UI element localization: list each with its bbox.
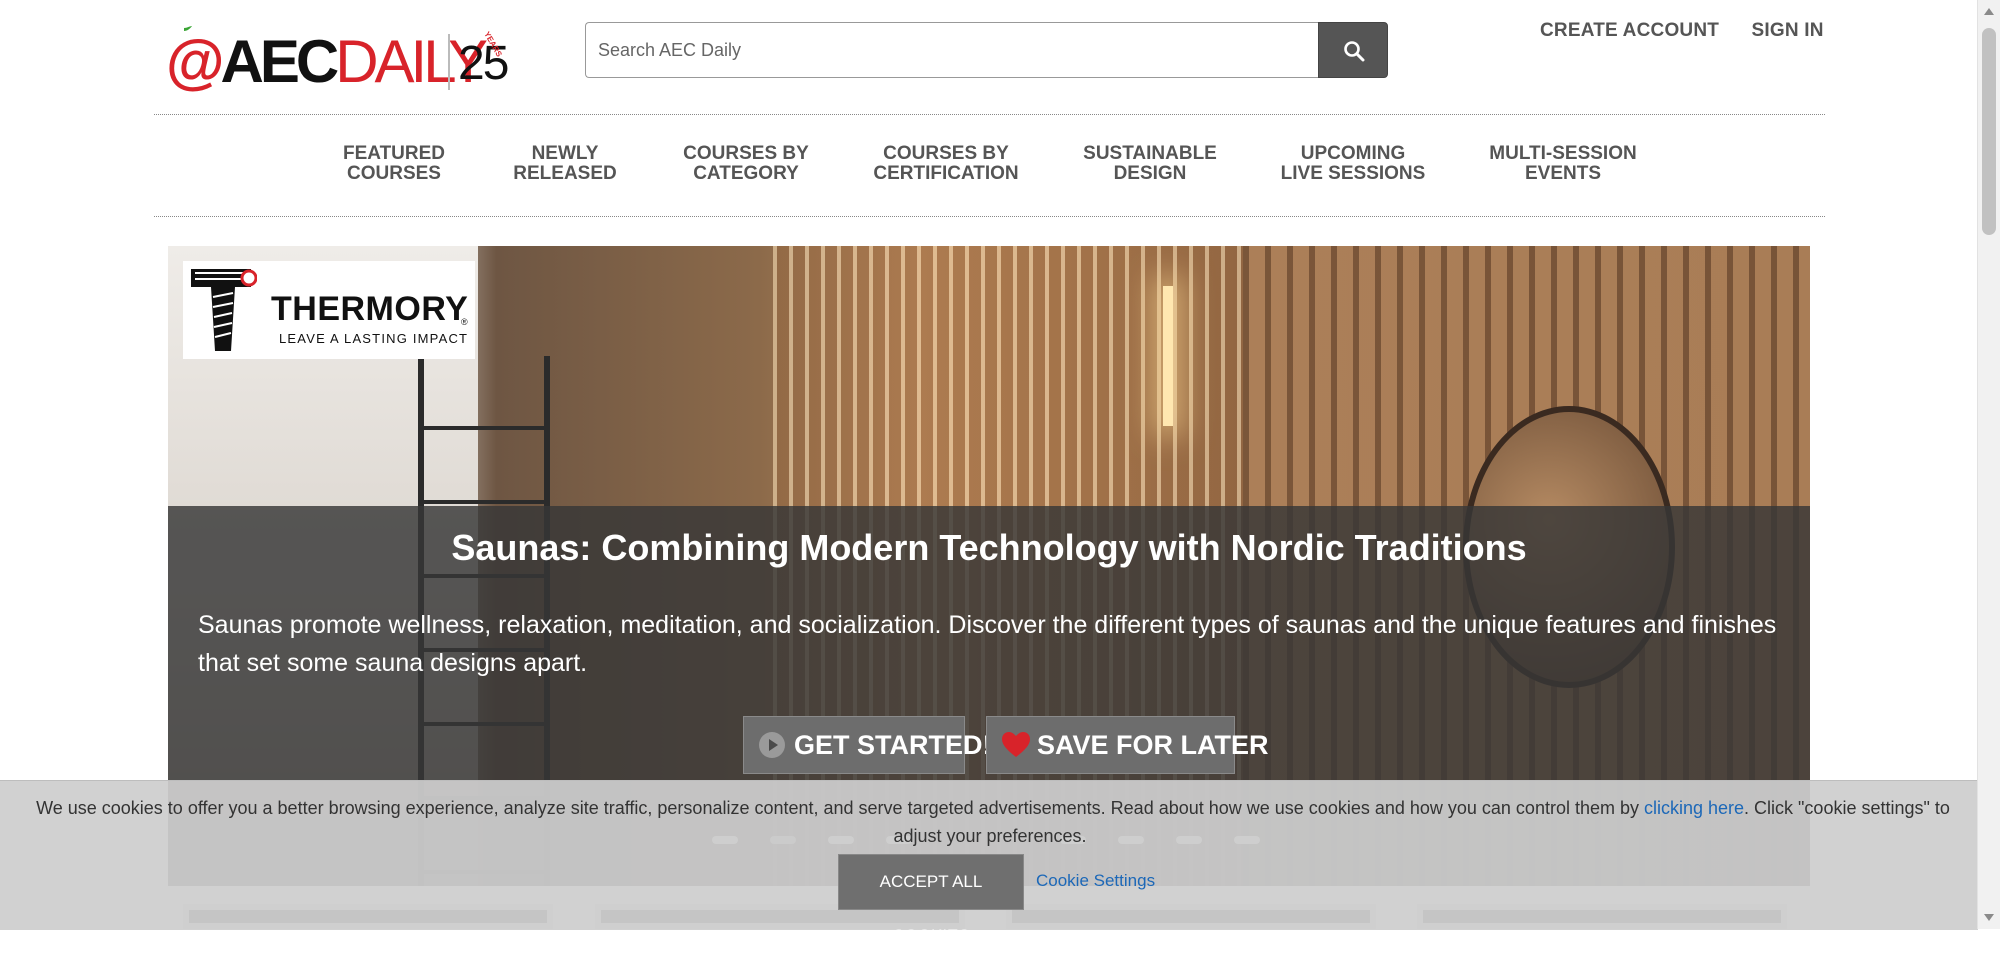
logo-aec: AEC bbox=[220, 28, 340, 95]
sponsor-registered-mark: ® bbox=[461, 317, 468, 327]
search-input[interactable] bbox=[585, 22, 1328, 78]
aecdaily-logo[interactable]: @AECDAILY 25 YEARS bbox=[166, 22, 524, 95]
nav-sustainable-design[interactable]: SUSTAINABLE DESIGN bbox=[1083, 144, 1217, 184]
cookie-settings-link[interactable]: Cookie Settings bbox=[1036, 871, 1155, 891]
save-for-later-button[interactable]: SAVE FOR LATER bbox=[986, 716, 1269, 774]
sponsor-name: THERMORY bbox=[271, 290, 469, 328]
nav-label-line1: COURSES BY bbox=[683, 143, 809, 164]
nav-label-line2: RELEASED bbox=[513, 163, 617, 184]
search-bar bbox=[585, 22, 1388, 78]
sign-in-link[interactable]: SIGN IN bbox=[1752, 20, 1824, 41]
nav-label-line2: EVENTS bbox=[1524, 163, 1602, 184]
save-for-later-label: SAVE FOR LATER bbox=[1037, 730, 1269, 760]
cookie-consent-banner: We use cookies to offer you a better bro… bbox=[0, 780, 1978, 945]
nav-featured-courses[interactable]: FEATURED COURSES bbox=[343, 144, 445, 184]
main-navigation: FEATURED COURSES NEWLY RELEASED COURSES BY… bbox=[0, 144, 2000, 188]
nav-label-line1: FEATURED bbox=[342, 143, 446, 164]
heart-icon bbox=[1002, 732, 1030, 757]
nav-label-line2: CERTIFICATION bbox=[873, 163, 1019, 184]
nav-label-line1: UPCOMING bbox=[1300, 143, 1406, 164]
play-circle-icon bbox=[759, 732, 785, 758]
cookie-text-part1: We use cookies to offer you a better bro… bbox=[36, 798, 1644, 818]
get-started-label: GET STARTED! bbox=[794, 730, 992, 760]
accept-all-cookies-button[interactable]: ACCEPT ALL COOKIES bbox=[838, 854, 1024, 945]
nav-label-line1: MULTI-SESSION bbox=[1489, 143, 1637, 164]
nav-label-line2: DESIGN bbox=[1113, 163, 1187, 184]
nav-label-line1: COURSES BY bbox=[883, 143, 1009, 164]
hero-image-light bbox=[1163, 286, 1173, 426]
nav-multi-session-events[interactable]: MULTI-SESSION EVENTS bbox=[1489, 144, 1636, 184]
nav-courses-by-certification[interactable]: COURSES BY CERTIFICATION bbox=[873, 144, 1018, 184]
header-divider-bottom bbox=[154, 216, 1825, 217]
scroll-down-icon[interactable] bbox=[1984, 914, 1994, 921]
account-links: CREATE ACCOUNT SIGN IN bbox=[1540, 20, 1852, 44]
course-description: Saunas promote wellness, relaxation, med… bbox=[198, 611, 1777, 677]
thermory-t-icon bbox=[191, 269, 257, 351]
logo-divider bbox=[448, 34, 450, 90]
logo-wordmark: @AECDAILY bbox=[166, 28, 488, 95]
nav-label-line1: SUSTAINABLE bbox=[1083, 143, 1217, 164]
sponsor-tagline: LEAVE A LASTING IMPACT bbox=[279, 331, 469, 346]
scroll-up-icon[interactable] bbox=[1984, 8, 1994, 15]
nav-upcoming-live-sessions[interactable]: UPCOMING LIVE SESSIONS bbox=[1281, 144, 1426, 184]
course-title[interactable]: Saunas: Combining Modern Technology with… bbox=[168, 526, 1810, 570]
nav-courses-by-category[interactable]: COURSES BY CATEGORY bbox=[683, 144, 809, 184]
header-divider-top bbox=[154, 114, 1825, 115]
create-account-link[interactable]: CREATE ACCOUNT bbox=[1540, 20, 1719, 41]
cookie-message: We use cookies to offer you a better bro… bbox=[30, 795, 1950, 849]
nav-label-line1: NEWLY bbox=[531, 143, 599, 164]
cookie-policy-link[interactable]: clicking here bbox=[1644, 798, 1744, 818]
nav-label-line2: CATEGORY bbox=[693, 163, 799, 184]
sponsor-logo[interactable]: THERMORY ® LEAVE A LASTING IMPACT bbox=[183, 261, 475, 359]
logo-years-number: 25 bbox=[458, 37, 509, 90]
search-button[interactable] bbox=[1318, 22, 1388, 78]
get-started-button[interactable]: GET STARTED! bbox=[743, 716, 992, 774]
scrollbar-thumb[interactable] bbox=[1982, 28, 1996, 235]
search-icon bbox=[1344, 41, 1365, 62]
logo-at: @ bbox=[166, 28, 224, 95]
logo-25-years: 25 YEARS bbox=[458, 28, 524, 92]
nav-label-line2: COURSES bbox=[347, 163, 441, 184]
nav-label-line2: LIVE SESSIONS bbox=[1280, 163, 1426, 184]
page-scrollbar[interactable] bbox=[1977, 0, 2000, 929]
nav-newly-released[interactable]: NEWLY RELEASED bbox=[513, 144, 616, 184]
